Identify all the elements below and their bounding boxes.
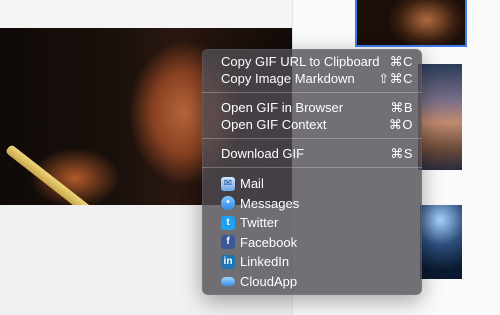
context-menu: Copy GIF URL to Clipboard ⌘C Copy Image … — [202, 49, 422, 295]
share-item-messages[interactable]: • Messages — [202, 194, 422, 214]
linkedin-icon: in — [221, 254, 235, 269]
facebook-icon: f — [221, 235, 235, 250]
gif-thumbnail[interactable] — [418, 64, 462, 170]
share-item-label: CloudApp — [240, 273, 298, 289]
menu-item-label: Download GIF — [221, 146, 305, 161]
menu-item-copy-image-markdown[interactable]: Copy Image Markdown ⇧⌘C — [202, 70, 422, 87]
gif-thumbnail[interactable] — [420, 205, 462, 279]
window-top-strip — [0, 0, 292, 28]
messages-icon: • — [221, 196, 235, 211]
share-item-label: Mail — [240, 176, 264, 191]
menu-item-label: Open GIF Context — [221, 117, 327, 132]
twitter-icon: t — [221, 215, 235, 230]
menu-item-label: Copy GIF URL to Clipboard — [221, 54, 380, 69]
menu-item-shortcut: ⇧⌘C — [378, 71, 413, 86]
menu-separator — [202, 92, 422, 93]
cloudapp-icon — [221, 274, 235, 288]
mail-icon: ✉ — [221, 176, 235, 191]
share-item-mail[interactable]: ✉ Mail — [202, 174, 422, 194]
share-item-linkedin[interactable]: in LinkedIn — [202, 252, 422, 272]
menu-separator — [202, 167, 422, 168]
menu-item-open-gif-context[interactable]: Open GIF Context ⌘O — [202, 116, 422, 133]
menu-item-shortcut: ⌘O — [388, 117, 413, 132]
share-item-twitter[interactable]: t Twitter — [202, 213, 422, 233]
share-item-label: Facebook — [240, 234, 298, 250]
share-item-facebook[interactable]: f Facebook — [202, 233, 422, 253]
share-item-label: LinkedIn — [240, 254, 290, 269]
share-item-label: Twitter — [240, 215, 279, 230]
share-item-label: Messages — [240, 195, 300, 211]
menu-item-open-gif-in-browser[interactable]: Open GIF in Browser ⌘B — [202, 99, 422, 116]
menu-item-shortcut: ⌘S — [390, 146, 413, 161]
menu-separator — [202, 138, 422, 139]
gif-thumbnail-selected[interactable] — [355, 0, 467, 47]
menu-item-download-gif[interactable]: Download GIF ⌘S — [202, 145, 422, 162]
menu-item-copy-gif-url[interactable]: Copy GIF URL to Clipboard ⌘C — [202, 53, 422, 70]
share-item-cloudapp[interactable]: CloudApp — [202, 272, 422, 292]
menu-item-shortcut: ⌘C — [389, 54, 413, 69]
menu-item-label: Open GIF in Browser — [221, 100, 344, 115]
menu-item-label: Copy Image Markdown — [221, 71, 355, 86]
menu-item-shortcut: ⌘B — [390, 100, 413, 115]
gif-image-detail — [4, 144, 94, 205]
